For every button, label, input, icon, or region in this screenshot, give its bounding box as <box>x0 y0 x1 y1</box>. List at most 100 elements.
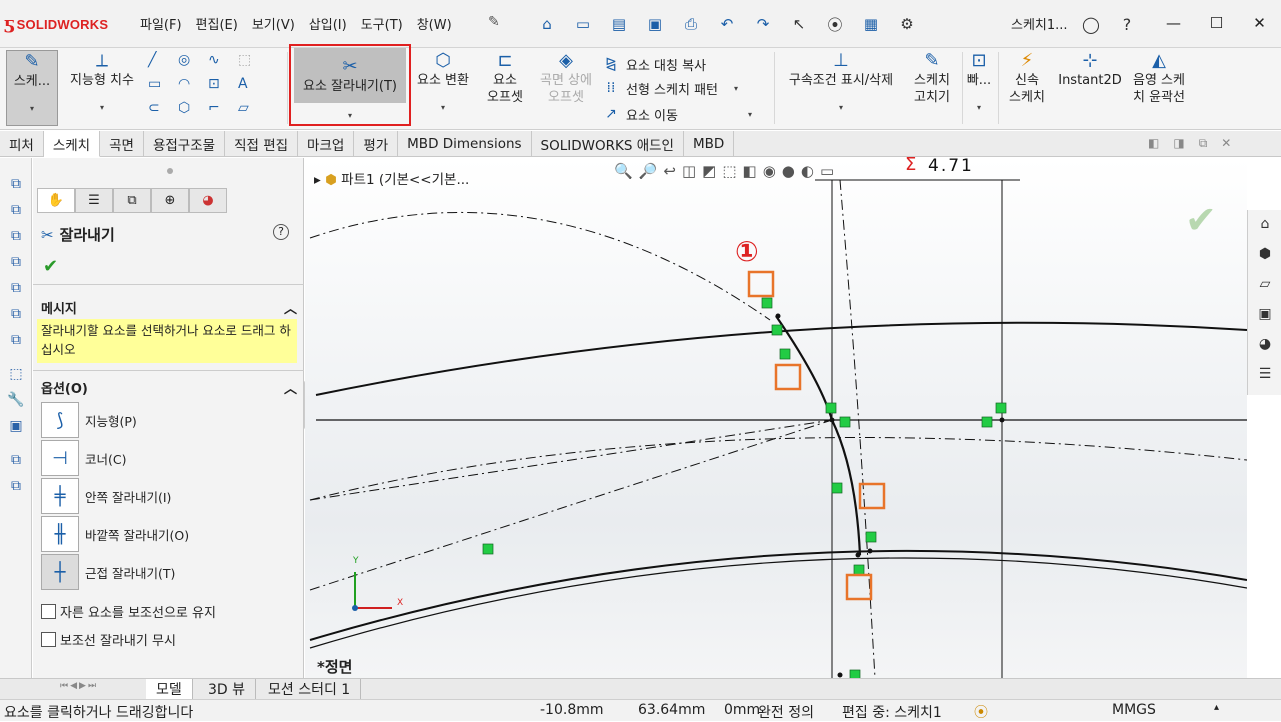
view-palette-icon[interactable]: ▣ <box>1255 306 1275 328</box>
construction-vertical[interactable] <box>839 179 876 678</box>
restore-icon[interactable]: ⧉ <box>1199 136 1208 151</box>
previous-view-icon[interactable]: ↩ <box>663 162 676 180</box>
display-style-icon[interactable]: ◧ <box>743 162 757 180</box>
fillet-icon[interactable]: ⌐ <box>208 100 238 124</box>
point-icon[interactable]: ⊡ <box>208 76 238 100</box>
menu-tools[interactable]: 도구(T) <box>361 14 403 34</box>
view-settings-icon[interactable]: ▭ <box>820 162 834 180</box>
collapse-handle[interactable] <box>167 168 173 174</box>
option-corner[interactable]: ⊣ 코너(C) <box>41 440 126 476</box>
line-icon[interactable]: ╱ <box>148 52 178 76</box>
undo-icon[interactable]: ↶ <box>712 12 742 36</box>
prev-view-icon[interactable]: ◧ <box>1148 136 1159 151</box>
offset-entities-button[interactable]: ⊏ 요소 오프셋 <box>478 50 532 106</box>
graphics-area[interactable]: ① 4.71 Σ ✔ *정면 X Y <box>305 154 1247 678</box>
menu-insert[interactable]: 삽입(I) <box>309 14 347 34</box>
option-power-trim[interactable]: ⟆ 지능형(P) <box>41 402 137 438</box>
home-icon[interactable]: ⌂ <box>1255 216 1275 238</box>
collapse-chevron-icon[interactable]: ︿ <box>284 298 297 317</box>
smart-dimension-button[interactable]: ⟂ 지능형 치수 ▾ <box>62 50 142 116</box>
scene-icon[interactable]: ◐ <box>801 162 814 180</box>
instant2d-button[interactable]: ⊹ Instant2D <box>1056 50 1124 89</box>
tab-model[interactable]: 모델 <box>146 679 193 699</box>
zoom-fit-icon[interactable]: 🔍 <box>614 162 633 180</box>
options-gear-icon[interactable]: ⚙ <box>892 12 922 36</box>
construction-curve[interactable] <box>309 437 1247 501</box>
text-icon[interactable]: A <box>238 76 268 100</box>
tab-sketch[interactable]: 스케치 <box>43 131 101 157</box>
expand-arrow-icon[interactable]: ▸ <box>314 172 321 188</box>
ignore-construction-checkbox[interactable]: 보조선 잘라내기 무시 <box>41 630 176 649</box>
spline-icon[interactable]: ∿ <box>208 52 238 76</box>
tab-addins[interactable]: SOLIDWORKS 애드인 <box>532 131 684 157</box>
appearance-icon[interactable]: ● <box>782 162 795 180</box>
option-trim-outside[interactable]: ╫ 바깥쪽 잘라내기(O) <box>41 516 189 552</box>
wrench-icon[interactable]: 🔧 <box>6 392 26 412</box>
arc-icon[interactable]: ◠ <box>178 76 208 100</box>
tab-motion-study[interactable]: 모션 스터디 1 <box>258 679 362 699</box>
move-entities-button[interactable]: ↗ 요소 이동 ▾ <box>602 102 752 126</box>
zoom-area-icon[interactable]: 🔎 <box>639 162 658 180</box>
dimxpert-tab[interactable]: ⊕ <box>151 188 189 213</box>
custom-properties-icon[interactable]: ☰ <box>1255 366 1275 388</box>
hide-show-icon[interactable]: ◉ <box>763 162 776 180</box>
feature-manager-tab[interactable]: ✋ <box>37 188 75 213</box>
help-icon[interactable]: ? <box>1114 12 1140 36</box>
user-icon[interactable]: ◯ <box>1078 12 1104 36</box>
redo-icon[interactable]: ↷ <box>748 12 778 36</box>
maximize-icon[interactable]: ☐ <box>1195 10 1238 36</box>
tab-mbd[interactable]: MBD <box>684 131 735 157</box>
traffic-light-icon[interactable]: ⦿ <box>820 12 850 36</box>
tool-10-icon[interactable]: ▣ <box>6 418 26 438</box>
tab-features[interactable]: 피처 <box>0 131 44 157</box>
collapse-chevron-icon[interactable]: ︿ <box>284 378 297 397</box>
tab-markup[interactable]: 마크업 <box>298 131 355 157</box>
help-icon[interactable]: ? <box>273 224 289 240</box>
mirror-entities-button[interactable]: ⧎ 요소 대칭 복사 <box>602 52 706 76</box>
quick-snaps-button[interactable]: ⊡ 빠... ▾ <box>964 50 994 116</box>
tab-3d-view[interactable]: 3D 뷰 <box>198 679 257 699</box>
rapid-sketch-button[interactable]: ⚡ 신속 스케치 <box>1002 50 1052 106</box>
construction-arc[interactable] <box>309 212 771 321</box>
close-viewport-icon[interactable]: ✕ <box>1221 136 1231 151</box>
convert-entities-button[interactable]: ⬡ 요소 변환 ▾ <box>412 50 474 116</box>
property-manager-tab[interactable]: ☰ <box>75 188 113 213</box>
select-tool-icon[interactable]: ⬚ <box>6 366 26 386</box>
rebuild-indicator-icon[interactable]: ⦿ <box>974 702 988 722</box>
dimension-value[interactable]: 4.71 <box>928 156 974 176</box>
pin-icon[interactable]: ✎ <box>488 14 500 30</box>
display-manager-tab[interactable]: ◕ <box>189 188 227 213</box>
ok-check-icon[interactable]: ✔ <box>43 256 58 277</box>
tool-11-icon[interactable]: ⧉ <box>6 452 26 472</box>
menu-window[interactable]: 창(W) <box>417 14 452 34</box>
rectangle-icon[interactable]: ▭ <box>148 76 178 100</box>
construction-icon[interactable]: ⬚ <box>238 52 268 76</box>
tool-12-icon[interactable]: ⧉ <box>6 478 26 498</box>
circle-icon[interactable]: ◎ <box>178 52 208 76</box>
menu-file[interactable]: 파일(F) <box>140 14 182 34</box>
linear-pattern-button[interactable]: ⁞⁞ 선형 스케치 패턴 ▾ <box>602 76 738 100</box>
unit-dropdown-icon[interactable]: ▴ <box>1214 702 1219 713</box>
confirm-check-icon[interactable]: ✔ <box>1185 198 1217 242</box>
tab-surfaces[interactable]: 곡면 <box>100 131 144 157</box>
design-library-icon[interactable]: ⬢ <box>1255 246 1275 268</box>
print-icon[interactable]: ⎙ <box>676 12 706 36</box>
message-section-header[interactable]: 메시지 ︿ <box>41 298 297 317</box>
sketch-tool-icon[interactable]: ⧉ <box>6 176 26 196</box>
construction-diagonal-2[interactable] <box>309 419 833 501</box>
select-icon[interactable]: ↖ <box>784 12 814 36</box>
trim-entities-button[interactable]: ✂ 요소 잘라내기(T) ▾ <box>289 44 411 126</box>
polygon-icon[interactable]: ⬡ <box>178 100 208 124</box>
unit-system[interactable]: MMGS <box>1112 702 1156 718</box>
minimize-icon[interactable]: — <box>1152 10 1195 36</box>
keep-construction-checkbox[interactable]: 자른 요소를 보조선으로 유지 <box>41 602 216 621</box>
sketch-button[interactable]: ✎ 스케... ▾ <box>6 50 58 126</box>
shaded-contours-button[interactable]: ◭ 음영 스케 치 윤곽선 <box>1126 50 1192 106</box>
appearances-icon[interactable]: ◕ <box>1255 336 1275 358</box>
display-relations-button[interactable]: ⊥ 구속조건 표시/삭제 ▾ <box>778 50 904 116</box>
tab-scroll-arrows[interactable]: ⏮ ◀ ▶ ⏭ <box>60 681 96 691</box>
section-view-icon[interactable]: ◫ <box>682 162 696 180</box>
option-trim-closest[interactable]: ┼ 근접 잘라내기(T) <box>41 554 175 590</box>
menu-view[interactable]: 보기(V) <box>252 14 295 34</box>
tab-mbd-dimensions[interactable]: MBD Dimensions <box>398 131 532 157</box>
